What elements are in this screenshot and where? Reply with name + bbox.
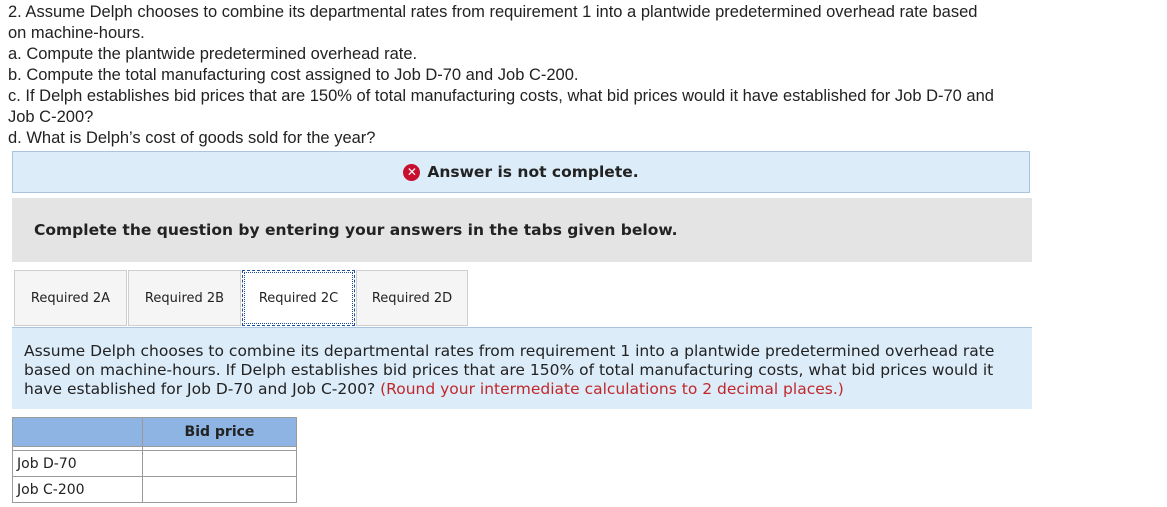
instruction-bar: Complete the question by entering your a… [12,198,1032,262]
bid-price-input-job-c-200[interactable] [143,478,296,501]
table-row: Job C-200 [12,476,297,503]
question-part-a: a. Compute the plantwide predetermined o… [8,45,418,63]
answer-status-banner: ✕ Answer is not complete. [12,151,1030,193]
answer-status-text: Answer is not complete. [427,163,639,181]
tab-required-2d[interactable]: Required 2D [356,270,468,326]
row-label-job-d-70: Job D-70 [12,450,143,477]
table-corner-cell [12,417,143,447]
x-circle-icon: ✕ [403,163,421,181]
question-text: 2. Assume Delph chooses to combine its d… [8,2,1158,149]
table-row: Job D-70 [12,450,297,477]
tab-required-2b[interactable]: Required 2B [128,270,241,326]
bid-price-table: Bid price Job D-70 Job C-200 [12,417,297,503]
bid-price-header: Bid price [142,417,297,447]
question-line-1: 2. Assume Delph chooses to combine its d… [8,3,978,21]
question-part-d: d. What is Delph’s cost of goods sold fo… [8,129,376,147]
row-label-job-c-200: Job C-200 [12,476,143,503]
question-part-c-line-1: c. If Delph establishes bid prices that … [8,87,994,105]
instruction-text: Complete the question by entering your a… [34,221,678,239]
question-line-2: on machine-hours. [8,24,145,42]
question-part-c-line-2: Job C-200? [8,108,94,126]
tab-panel-required-2c: Assume Delph chooses to combine its depa… [12,327,1032,409]
tab-required-2c[interactable]: Required 2C [242,270,355,326]
question-part-b: b. Compute the total manufacturing cost … [8,66,579,84]
tab-required-2a[interactable]: Required 2A [14,270,127,326]
bid-price-input-job-d-70[interactable] [143,452,296,475]
rounding-hint: (Round your intermediate calculations to… [380,380,844,398]
table-header-row: Bid price [12,417,297,447]
requirement-tabs: Required 2A Required 2B Required 2C Requ… [14,270,469,326]
